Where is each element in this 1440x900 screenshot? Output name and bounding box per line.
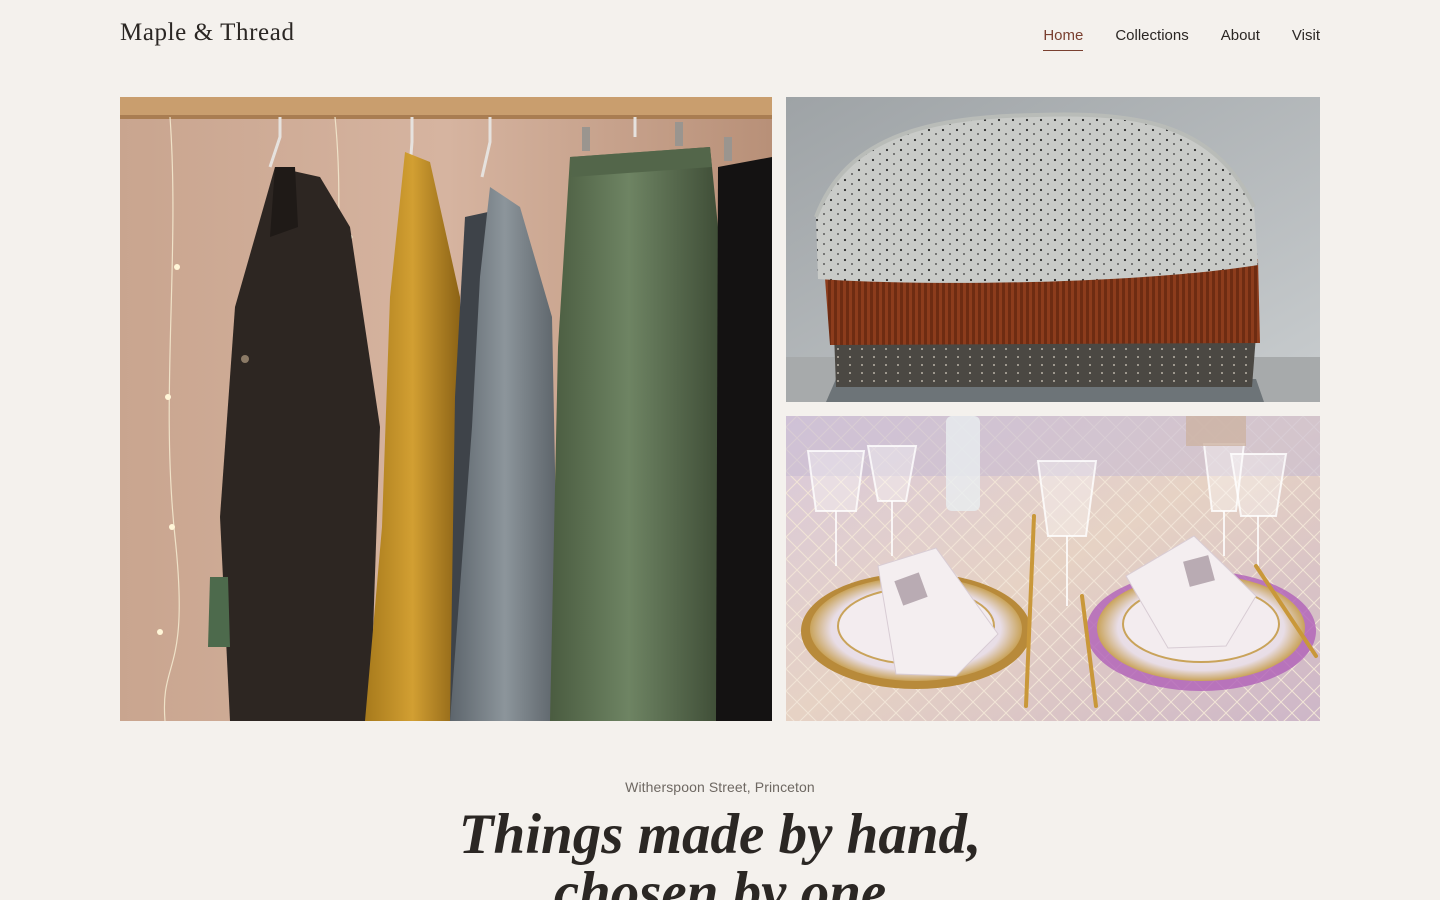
brand-logo[interactable]: Maple & Thread bbox=[120, 19, 295, 47]
site-header: Maple & Thread Home Collections About Vi… bbox=[120, 0, 1320, 72]
nav-home[interactable]: Home bbox=[1043, 27, 1084, 51]
folded-sweaters-photo bbox=[786, 97, 1320, 402]
nav-visit[interactable]: Visit bbox=[1292, 27, 1320, 51]
photo-gallery bbox=[120, 97, 1320, 721]
nav-collections[interactable]: Collections bbox=[1115, 27, 1188, 51]
store-location: Witherspoon Street, Princeton bbox=[625, 779, 815, 795]
nav-about[interactable]: About bbox=[1221, 27, 1260, 51]
hero-headline: Things made by hand, chosen by one bbox=[458, 803, 982, 900]
clothing-rack-photo bbox=[120, 97, 772, 721]
table-setting-photo bbox=[786, 416, 1320, 721]
main-nav: Home Collections About Visit bbox=[1043, 27, 1320, 51]
